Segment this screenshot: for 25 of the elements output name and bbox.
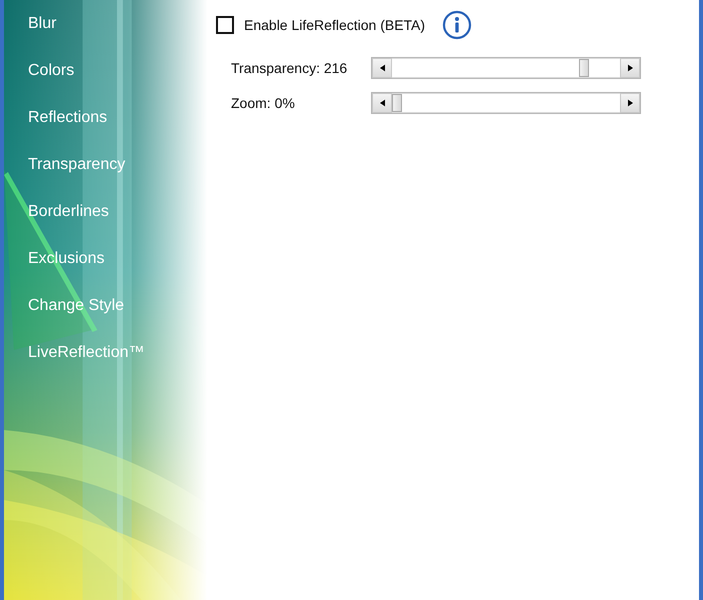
slider-thumb[interactable] [579,58,590,76]
right-arrow-icon [628,98,632,106]
sidebar-item[interactable]: Reflections [28,107,108,128]
sidebar-item[interactable]: Colors [28,60,74,81]
slider-label: Transparency: 216 [231,60,348,76]
right-arrow-button[interactable] [620,58,640,78]
sidebar-item[interactable]: Borderlines [28,201,109,222]
left-arrow-icon [380,98,384,106]
sidebar-item[interactable]: Blur [28,13,56,34]
slider[interactable] [371,56,641,78]
left-arrow-button[interactable] [372,58,392,78]
sidebar-item[interactable]: Transparency [28,154,126,175]
left-arrow-icon [380,64,384,72]
checkbox[interactable] [216,16,234,34]
left-arrow-button[interactable] [372,92,392,112]
sidebar-item[interactable]: Exclusions [28,248,104,269]
sidebar-item[interactable]: Change Style [28,295,124,316]
slider-thumb[interactable] [392,94,402,112]
sidebar-item[interactable]: LiveReflection™ [28,342,144,363]
right-arrow-icon [628,64,632,72]
right-arrow-button[interactable] [620,92,640,112]
slider[interactable] [371,92,641,114]
checkbox-label: Enable LifeReflection (BETA) [244,17,426,33]
info-icon[interactable] [442,10,472,40]
slider-label: Zoom: 0% [231,94,296,110]
